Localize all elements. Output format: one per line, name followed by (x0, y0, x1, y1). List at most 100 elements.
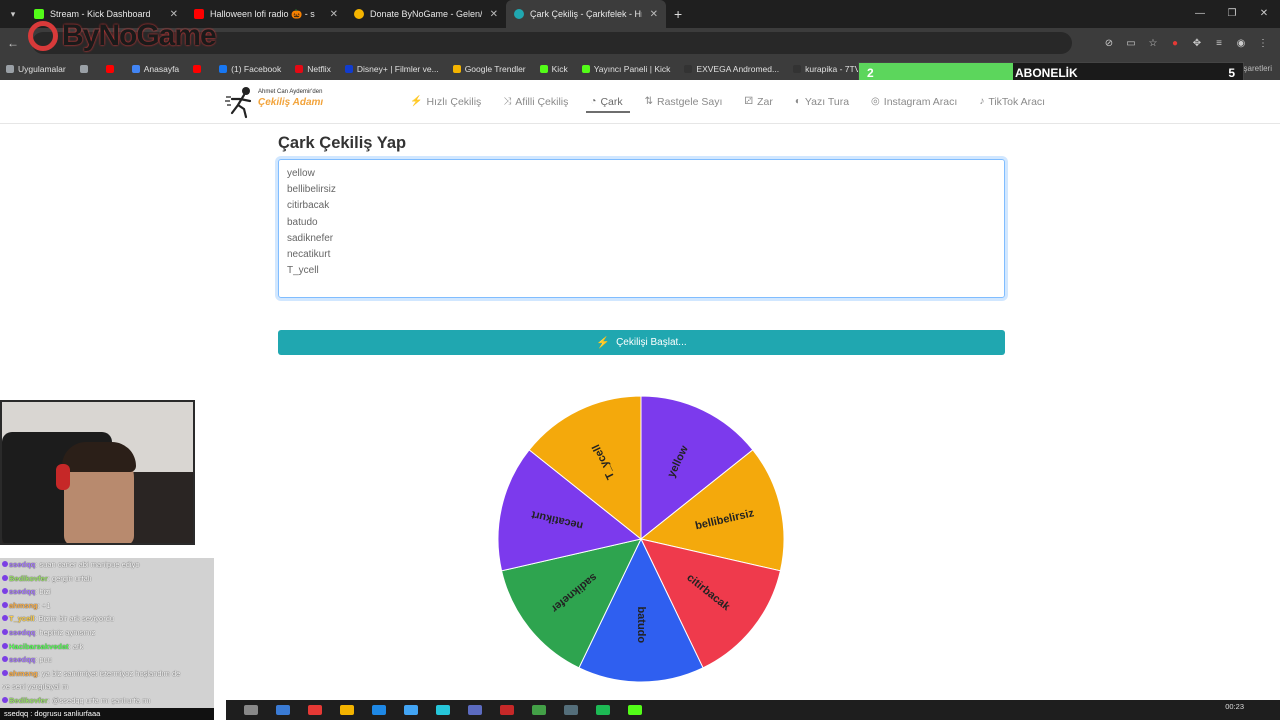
bookmark-icon (105, 65, 114, 73)
sidebar-icon[interactable]: ≡ (1208, 38, 1230, 49)
chat-input-line: ssedqq : dogrusu sanliurfaaa (0, 708, 214, 720)
chat-username: ssedqq (9, 560, 36, 569)
chat-message: ssedqq: suan caner abi manipue ediyo (2, 558, 212, 572)
taskbar-app-icon[interactable] (564, 705, 578, 715)
taskbar-app-icon[interactable] (372, 705, 386, 715)
entry-line: batudo (287, 216, 318, 228)
chat-text: : Bizim bir ark seviyordu (34, 614, 115, 624)
taskbar-app-icon[interactable] (468, 705, 482, 715)
close-icon[interactable]: ✕ (490, 9, 498, 20)
tab-donate[interactable]: Donate ByNoGame - Gelen/Gid ✕ (346, 0, 506, 28)
prize-wheel[interactable]: yellowbellibelirsizcitirbacakbatudosadik… (496, 394, 786, 684)
cast-icon[interactable]: ▭ (1120, 38, 1142, 49)
stream-chat: ssedqq: suan caner abi manipue ediyo Bedi… (0, 558, 214, 708)
close-icon[interactable]: ✕ (650, 9, 658, 20)
start-draw-button[interactable]: ⚡ Çekilişi Başlat... (278, 330, 1005, 355)
nav-item-instagram[interactable]: ◎ Instagram Aracı (871, 80, 957, 124)
bookmark-item[interactable]: EXVEGA Andromed... (684, 64, 779, 74)
taskbar-app-icon[interactable] (308, 705, 322, 715)
chat-username: ssedqq (9, 627, 36, 637)
entry-line: bellibelirsiz (287, 184, 336, 196)
bookmark-item[interactable]: Uygulamalar (6, 64, 66, 74)
nav-item-label: Instagram Aracı (883, 96, 958, 108)
entry-line: T_ycell (287, 265, 319, 277)
bookmark-item[interactable]: Anasayfa (131, 64, 180, 74)
chat-badge-icon (2, 601, 8, 608)
extension-record-icon[interactable]: ● (1164, 38, 1186, 49)
taskbar-app-icon[interactable] (244, 705, 258, 715)
nav-item-label: Zar (757, 96, 773, 108)
tab-cark-cekilis[interactable]: Çark Çekiliş - Çarkıfelek - Hızlı ✕ (506, 0, 666, 28)
nav-item-shuffle[interactable]: ⤨ Afilli Çekiliş (503, 80, 568, 124)
bookmark-item[interactable]: Yayıncı Paneli | Kick (581, 64, 670, 74)
back-icon[interactable]: ← (0, 36, 26, 50)
restore-icon[interactable]: ❐ (1216, 0, 1248, 28)
entry-line: sadiknefer (287, 232, 334, 244)
chat-username: ahmsng (9, 600, 38, 610)
chat-message: ve seni yargılayal m (2, 680, 212, 694)
chat-badge-icon (2, 615, 8, 622)
goal-current: 2 (867, 66, 874, 80)
bookmark-item[interactable]: (1) Facebook (219, 64, 281, 74)
bookmark-item[interactable] (79, 65, 92, 73)
taskbar-app-icon[interactable] (596, 705, 610, 715)
minimize-icon[interactable]: — (1184, 0, 1216, 28)
puzzle-icon[interactable]: ✥ (1186, 38, 1208, 49)
mute-icon[interactable]: ⊘ (1098, 38, 1120, 49)
chat-badge-icon (2, 588, 8, 595)
chat-username: ahmsng (9, 668, 38, 678)
entries-textarea[interactable]: yellow bellibelirsiz citirbacak batudo sadik… (278, 159, 1005, 298)
bookmark-item[interactable]: Kick (539, 64, 568, 74)
coin-icon: ◐ (794, 96, 801, 107)
bolt-icon: ⚡ (596, 337, 611, 349)
menu-icon[interactable]: ⋮ (1252, 38, 1274, 49)
chat-message: ssedqq: puu (2, 653, 212, 667)
bookmark-icon (344, 65, 353, 73)
headset-icon (56, 464, 70, 490)
taskbar-app-icon[interactable] (532, 705, 546, 715)
nav-item-coin[interactable]: ◐ Yazı Tura (795, 80, 849, 124)
bookmark-item[interactable] (193, 65, 205, 73)
nav-item-bolt[interactable]: ⚡ Hızlı Çekiliş (410, 80, 481, 124)
nav-item-tiktok[interactable]: ♪ TikTok Aracı (979, 80, 1045, 124)
logo-subtitle: Ahmet Can Aydemir'den (258, 89, 323, 95)
chat-message: ssedqq: hepiniz aynısınız (2, 626, 212, 640)
chat-badge-icon (2, 696, 8, 703)
taskbar-app-icon[interactable] (340, 705, 354, 715)
new-tab-button[interactable]: + (674, 6, 682, 22)
taskbar-app-icon[interactable] (436, 705, 450, 715)
site-logo[interactable]: Ahmet Can Aydemir'den Çekiliş Adamı (224, 85, 328, 119)
bookmark-item[interactable]: Netflix (295, 64, 331, 74)
window-controls: — ❐ ✕ (1184, 0, 1280, 28)
bookmark-label: Anasayfa (143, 64, 180, 74)
webcam-hair (62, 442, 136, 472)
chat-message: T_ycell: Bizim bir ark seviyordu (2, 612, 212, 626)
chat-text: : bizi (35, 587, 51, 597)
taskbar-app-icon[interactable] (276, 705, 290, 715)
nav-item-dice[interactable]: ⚂ Zar (744, 80, 772, 124)
bookmark-item[interactable]: Disney+ | Filmler ve... (344, 64, 439, 74)
bookmark-label: EXVEGA Andromed... (696, 64, 780, 74)
tab-search-icon[interactable]: ▾ (0, 9, 26, 20)
bookmark-item[interactable]: Google Trendler (452, 64, 526, 74)
nav-item-label: Yazı Tura (804, 96, 850, 108)
close-window-icon[interactable]: ✕ (1248, 0, 1280, 28)
taskbar-app-icon[interactable] (500, 705, 514, 715)
chat-badge-icon (2, 574, 8, 581)
taskbar-app-icon[interactable] (628, 705, 642, 715)
chat-username: ssedqq (9, 587, 36, 597)
pie-icon: ◔ (590, 96, 597, 107)
close-icon[interactable]: ✕ (330, 9, 338, 20)
taskbar-app-icon[interactable] (404, 705, 418, 715)
chat-text: ve seni yargılayal m (2, 682, 69, 692)
bookmark-item[interactable] (105, 65, 118, 73)
profile-avatar-icon[interactable]: ◉ (1230, 38, 1252, 49)
bookmark-item[interactable]: kurapika - 7TV (793, 64, 860, 74)
goal-target: 5 (1228, 66, 1235, 80)
nav-item-pie[interactable]: ◔ Çark (586, 80, 631, 124)
star-icon[interactable]: ☆ (1142, 38, 1164, 49)
nav-item-sort[interactable]: ⇅ Rastgele Sayı (645, 80, 723, 124)
start-draw-label: Çekilişi Başlat... (616, 337, 687, 348)
chat-message: Bedikovfer: @ssedqq urfa mı şanlıurfa mı (2, 694, 212, 708)
wheel-segment-label: batudo (635, 606, 647, 643)
